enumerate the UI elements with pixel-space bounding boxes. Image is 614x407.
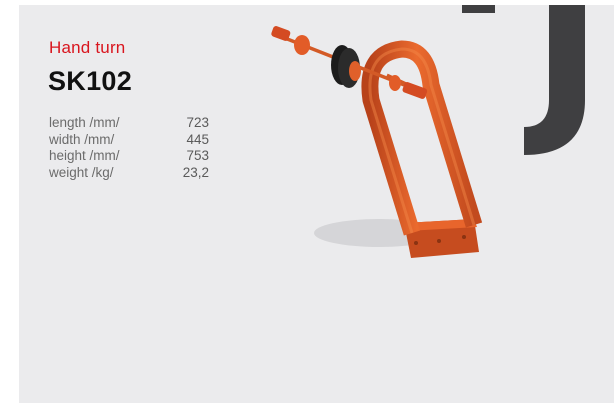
product-image: [271, 26, 483, 258]
product-card: Hand turn SK102 length /mm/ 723 width /m…: [19, 5, 614, 403]
